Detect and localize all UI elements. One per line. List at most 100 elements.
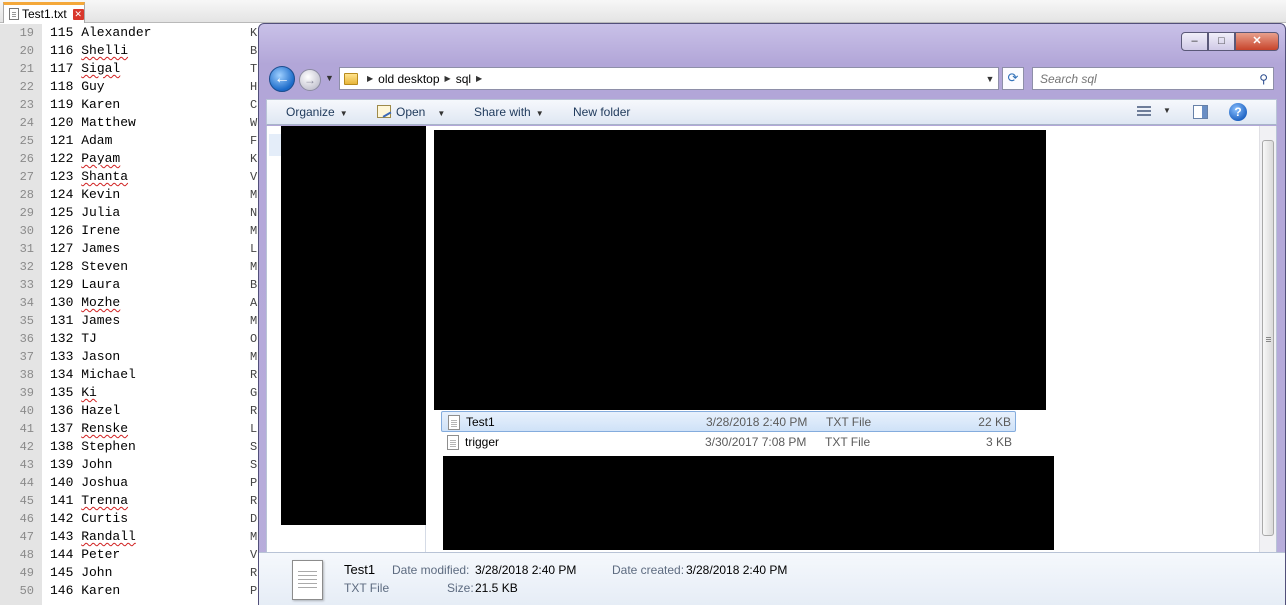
editor-line[interactable]: 45 141 Trenna: [20, 492, 242, 510]
editor-line[interactable]: 42 138 Stephen: [20, 438, 242, 456]
recent-pages-icon[interactable]: ▼: [325, 73, 334, 83]
scrollbar-thumb[interactable]: [1262, 140, 1274, 536]
editor-line[interactable]: 43 139 John: [20, 456, 242, 474]
editor-line[interactable]: 33 129 Laura: [20, 276, 242, 294]
vertical-scrollbar[interactable]: [1259, 126, 1276, 552]
search-icon[interactable]: ⚲: [1259, 72, 1268, 86]
file-name: Test1: [466, 415, 495, 429]
line-text: 131 James: [50, 313, 121, 328]
column-char: B: [250, 44, 258, 58]
editor-line[interactable]: 19 115 Alexander: [20, 24, 242, 42]
details-modified-value: 3/28/2018 2:40 PM: [475, 563, 577, 577]
details-file-name: Test1: [344, 562, 376, 577]
search-input[interactable]: [1040, 71, 1240, 86]
editor-line[interactable]: 38 134 Michael: [20, 366, 242, 384]
editor-line[interactable]: 24 120 Matthew: [20, 114, 242, 132]
breadcrumb-sql[interactable]: sql: [456, 72, 471, 86]
file-name: trigger: [465, 435, 500, 449]
editor-line[interactable]: 40 136 Hazel: [20, 402, 242, 420]
navigation-pane[interactable]: [267, 126, 426, 552]
breadcrumb-separator-icon[interactable]: ▶: [445, 74, 451, 83]
column-char: K: [250, 152, 258, 166]
misspelled-word: Trenna: [81, 493, 129, 508]
breadcrumb-separator-icon[interactable]: ▶: [367, 74, 373, 83]
address-bar[interactable]: ▶ old desktop ▶ sql ▶ ▼: [339, 67, 999, 90]
editor-line[interactable]: 29 125 Julia: [20, 204, 242, 222]
forward-button[interactable]: →: [299, 69, 321, 91]
editor-line[interactable]: 44 140 Joshua: [20, 474, 242, 492]
search-box[interactable]: ⚲: [1032, 67, 1274, 90]
editor-line[interactable]: 21 117 Sigal: [20, 60, 242, 78]
address-dropdown-icon[interactable]: ▼: [982, 74, 998, 84]
file-row-test1[interactable]: Test1 3/28/2018 2:40 PM TXT File 22 KB: [441, 411, 1016, 432]
column-char: M: [250, 260, 258, 274]
minimize-button[interactable]: –: [1181, 32, 1208, 51]
line-number: 27: [19, 170, 34, 184]
scrollbar-grip-icon: [1266, 337, 1271, 343]
column-char: H: [250, 80, 258, 94]
share-with-label: Share with: [474, 105, 531, 119]
maximize-button[interactable]: □: [1208, 32, 1235, 51]
editor-line[interactable]: 49 145 John: [20, 564, 242, 582]
close-tab-icon[interactable]: ✕: [72, 8, 84, 20]
editor-line[interactable]: 22 118 Guy: [20, 78, 242, 96]
column-char: P: [250, 584, 258, 598]
breadcrumb-separator-icon[interactable]: ▶: [476, 74, 482, 83]
line-text: 136 Hazel: [50, 403, 121, 418]
line-text: 130 Mozhe: [50, 294, 120, 312]
editor-tab-test1[interactable]: Test1.txt ✕: [3, 2, 85, 23]
editor-line[interactable]: 25 121 Adam: [20, 132, 242, 150]
chevron-down-icon[interactable]: ▼: [437, 109, 445, 118]
editor-line[interactable]: 50 146 Karen: [20, 582, 242, 600]
column-char: R: [250, 494, 258, 508]
editor-line[interactable]: 47 143 Randall: [20, 528, 242, 546]
open-button[interactable]: Open ▼: [377, 105, 445, 119]
organize-button[interactable]: Organize ▼: [286, 105, 348, 119]
editor-line[interactable]: 27 123 Shanta: [20, 168, 242, 186]
file-row-trigger[interactable]: trigger 3/30/2017 7:08 PM TXT File 3 KB: [441, 432, 1016, 453]
help-icon[interactable]: ?: [1229, 103, 1247, 121]
misspelled-word: Ki: [81, 385, 97, 400]
close-button[interactable]: ✕: [1235, 32, 1279, 51]
file-type: TXT File: [825, 435, 871, 449]
line-text: 121 Adam: [50, 133, 113, 148]
editor-line[interactable]: 34 130 Mozhe: [20, 294, 242, 312]
breadcrumb-old-desktop[interactable]: old desktop: [378, 72, 439, 86]
chevron-down-icon[interactable]: ▼: [1163, 106, 1171, 115]
line-number: 38: [19, 368, 34, 382]
editor-line[interactable]: 32 128 Steven: [20, 258, 242, 276]
line-number: 36: [19, 332, 34, 346]
editor-line[interactable]: 37 133 Jason: [20, 348, 242, 366]
share-with-button[interactable]: Share with ▼: [474, 105, 544, 119]
editor-line[interactable]: 46 142 Curtis: [20, 510, 242, 528]
new-folder-button[interactable]: New folder: [573, 105, 630, 119]
editor-line[interactable]: 23 119 Karen: [20, 96, 242, 114]
line-text: 144 Peter: [50, 547, 121, 562]
line-number: 35: [19, 314, 34, 328]
line-number: 37: [19, 350, 34, 364]
preview-pane-icon[interactable]: [1193, 105, 1208, 119]
line-number: 22: [19, 80, 34, 94]
line-text: 135 Ki: [50, 384, 97, 402]
editor-line[interactable]: 39 135 Ki: [20, 384, 242, 402]
editor-line[interactable]: 30 126 Irene: [20, 222, 242, 240]
line-text-number: 122: [50, 151, 82, 166]
line-text-number: 116: [50, 43, 82, 58]
editor-line[interactable]: 20 116 Shelli: [20, 42, 242, 60]
editor-line[interactable]: 36 132 TJ: [20, 330, 242, 348]
line-text: 129 Laura: [50, 277, 121, 292]
refresh-button[interactable]: ⟳: [1002, 67, 1024, 90]
line-number: 39: [19, 386, 34, 400]
editor-line[interactable]: 35 131 James: [20, 312, 242, 330]
editor-line[interactable]: 31 127 James: [20, 240, 242, 258]
misspelled-word: Shelli: [81, 43, 129, 58]
text-file-icon: [448, 415, 460, 430]
back-button[interactable]: ←: [269, 66, 295, 92]
column-char: A: [250, 296, 258, 310]
editor-line[interactable]: 48 144 Peter: [20, 546, 242, 564]
editor-line[interactable]: 26 122 Payam: [20, 150, 242, 168]
change-view-icon[interactable]: [1137, 106, 1151, 118]
editor-line[interactable]: 41 137 Renske: [20, 420, 242, 438]
column-char: L: [250, 422, 258, 436]
editor-line[interactable]: 28 124 Kevin: [20, 186, 242, 204]
